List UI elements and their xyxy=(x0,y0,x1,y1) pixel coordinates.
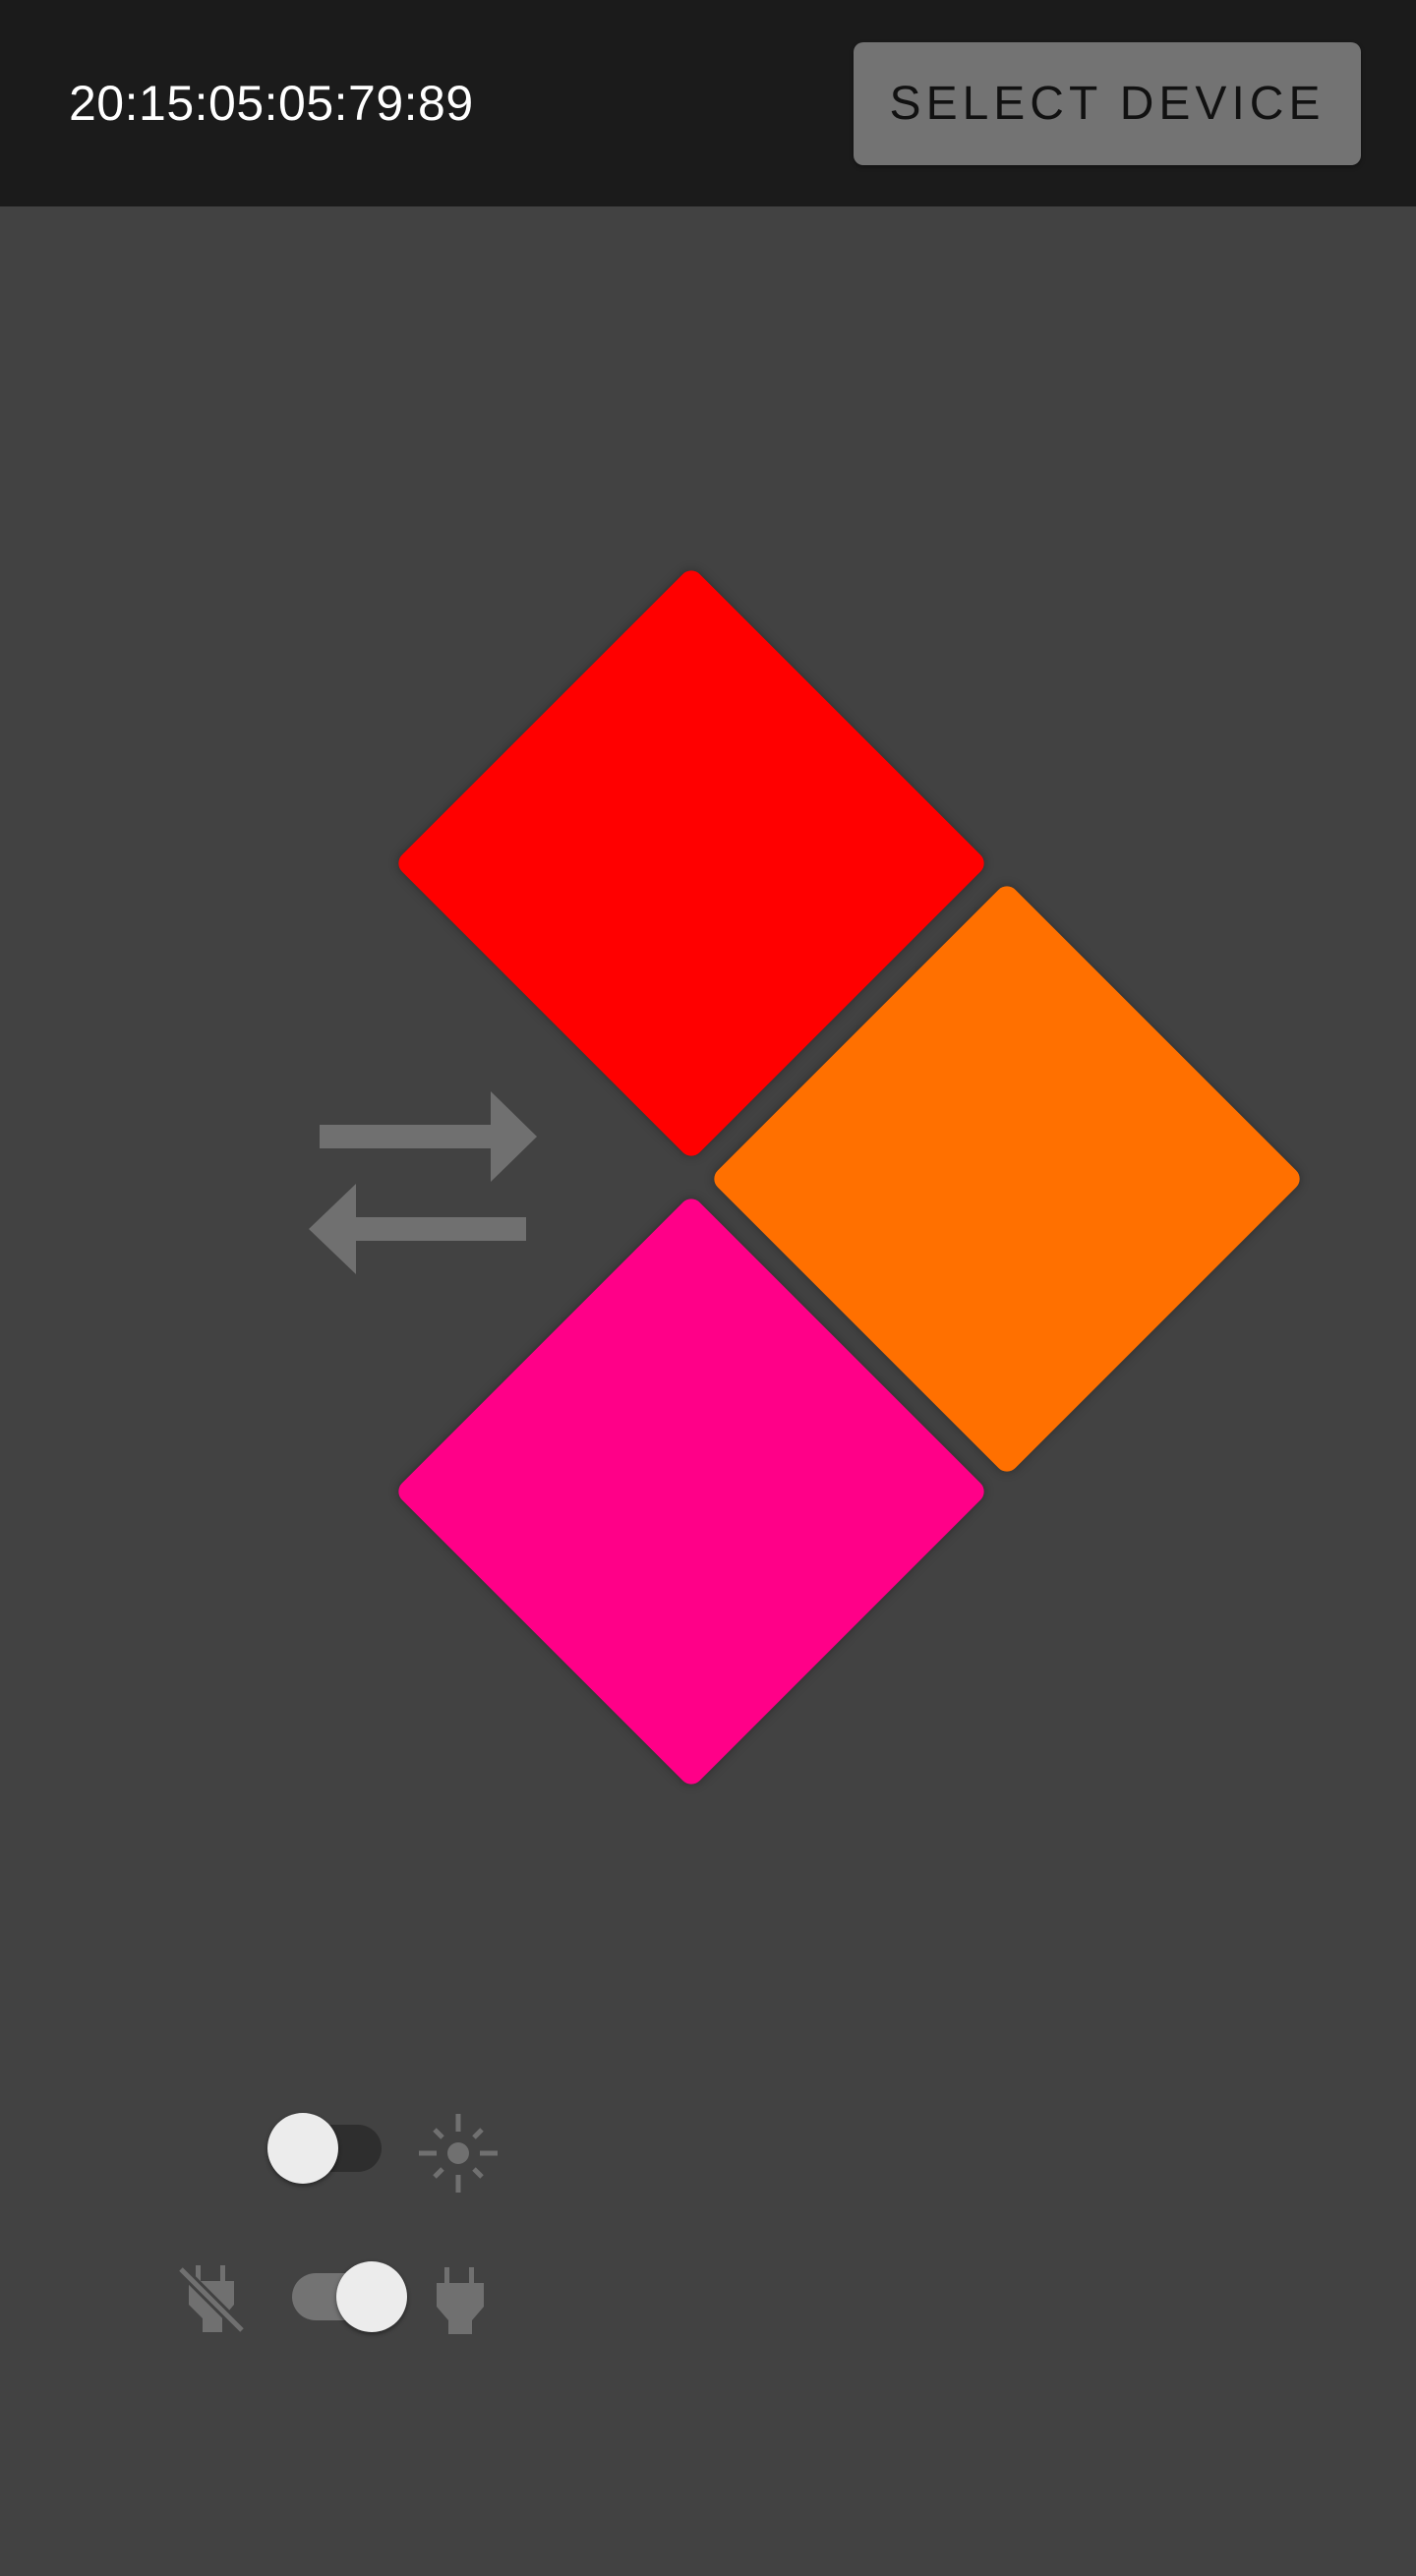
power-toggle-thumb xyxy=(336,2261,407,2332)
brightness-toggle[interactable] xyxy=(267,2113,382,2184)
power-toggle[interactable] xyxy=(292,2261,407,2332)
tile-layout xyxy=(0,0,1416,2576)
swap-horiz-icon[interactable] xyxy=(307,1089,543,1276)
brightness-icon xyxy=(417,2112,500,2195)
power-off-icon xyxy=(177,2265,246,2334)
power-icon xyxy=(431,2267,490,2334)
brightness-toggle-thumb xyxy=(267,2113,338,2184)
